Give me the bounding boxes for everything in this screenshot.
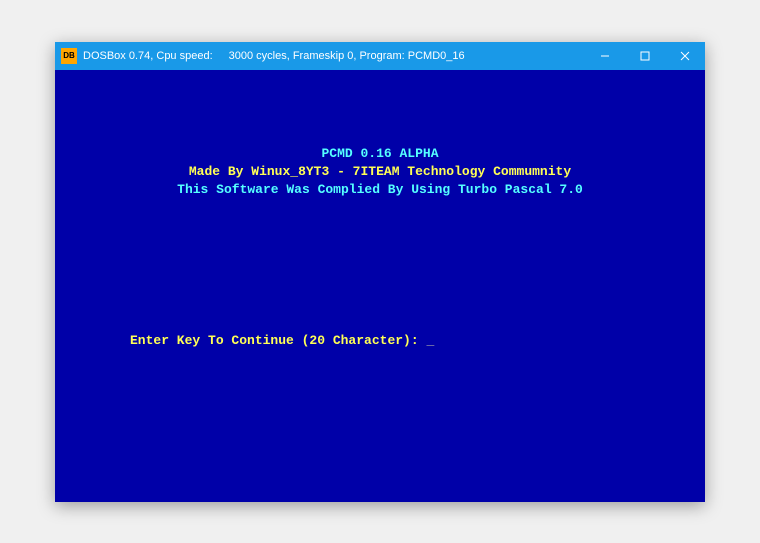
prompt-label: Enter Key To Continue (20 Character): [130,333,426,348]
program-title: PCMD 0.16 ALPHA [55,145,705,163]
dos-screen[interactable]: PCMD 0.16 ALPHA Made By Winux_8YT3 - 7IT… [55,70,705,502]
window-title-part1: DOSBox 0.74, Cpu speed: [83,50,213,62]
maximize-icon [640,51,650,61]
minimize-button[interactable] [585,42,625,70]
dosbox-icon: DB [61,48,77,64]
dosbox-icon-label: DB [63,52,75,60]
window-title-part2: 3000 cycles, Frameskip 0, Program: PCMD0… [229,50,465,62]
program-author: Made By Winux_8YT3 - 7ITEAM Technology C… [55,163,705,181]
dos-content: PCMD 0.16 ALPHA Made By Winux_8YT3 - 7IT… [55,70,705,502]
program-header: PCMD 0.16 ALPHA Made By Winux_8YT3 - 7IT… [55,145,705,200]
titlebar[interactable]: DB DOSBox 0.74, Cpu speed: 3000 cycles, … [55,42,705,70]
maximize-button[interactable] [625,42,665,70]
close-button[interactable] [665,42,705,70]
close-icon [680,51,690,61]
input-prompt[interactable]: Enter Key To Continue (20 Character): _ [130,332,434,350]
program-compile-info: This Software Was Complied By Using Turb… [55,181,705,199]
window-frame: DB DOSBox 0.74, Cpu speed: 3000 cycles, … [55,42,705,502]
window-controls [585,42,705,70]
minimize-icon [600,51,610,61]
text-cursor: _ [426,333,434,348]
